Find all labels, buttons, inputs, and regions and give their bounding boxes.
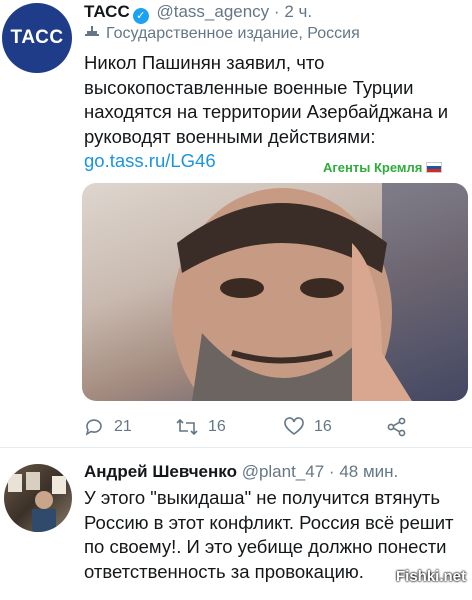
watermark-text: Агенты Кремля: [323, 160, 423, 175]
portrait-photo: [172, 183, 468, 401]
tweet-actions: 21 16 16: [84, 415, 414, 439]
russia-flag-icon: [426, 162, 443, 173]
separator-dot: ·: [273, 2, 280, 21]
share-button[interactable]: [387, 415, 417, 439]
retweet-count: 16: [208, 418, 226, 435]
reply-header: Андрей Шевченко @plant_47 · 48 мин.: [84, 462, 398, 482]
avatar-logo-text: ТАСС: [10, 27, 64, 48]
state-media-icon: [85, 26, 99, 36]
reply-button[interactable]: 21: [84, 415, 132, 439]
tweet-timestamp[interactable]: 2 ч.: [284, 2, 312, 21]
reply-author-name[interactable]: Андрей Шевченко: [84, 462, 237, 481]
separator-dot: ·: [328, 462, 335, 481]
tweet-text: Никол Пашинян заявил, что высокопоставле…: [84, 52, 449, 147]
reply-icon: [85, 419, 102, 436]
tweet-header: ТАСС ✓ @tass_agency · 2 ч.: [84, 2, 464, 24]
state-media-label[interactable]: Государственное издание, Россия: [84, 25, 360, 47]
author-name[interactable]: ТАСС: [84, 2, 130, 21]
tweet-link[interactable]: go.tass.ru/LG46: [84, 150, 216, 172]
like-count: 16: [314, 418, 332, 435]
heart-icon: [284, 417, 304, 435]
retweet-button[interactable]: 16: [176, 415, 226, 439]
retweet-icon: [176, 418, 198, 436]
like-button[interactable]: 16: [284, 415, 332, 439]
reply-count: 21: [114, 418, 132, 435]
tweet[interactable]: ТАСС ТАСС ✓ @tass_agency · 2 ч. Государст…: [0, 0, 472, 447]
site-watermark: Fishki.net: [395, 568, 466, 585]
verified-badge-icon: ✓: [132, 8, 149, 24]
reply-timestamp[interactable]: 48 мин.: [339, 462, 398, 481]
author-handle[interactable]: @tass_agency: [156, 2, 269, 21]
share-icon: [387, 417, 406, 437]
tweet-media-photo[interactable]: [82, 183, 468, 401]
avatar[interactable]: ТАСС: [2, 3, 72, 73]
state-media-label-text: Государственное издание, Россия: [106, 25, 360, 42]
reply-author-handle[interactable]: @plant_47: [242, 462, 325, 481]
watermark-label: Агенты Кремля: [323, 160, 443, 175]
avatar[interactable]: [4, 464, 72, 532]
user-avatar-photo: [8, 472, 66, 532]
